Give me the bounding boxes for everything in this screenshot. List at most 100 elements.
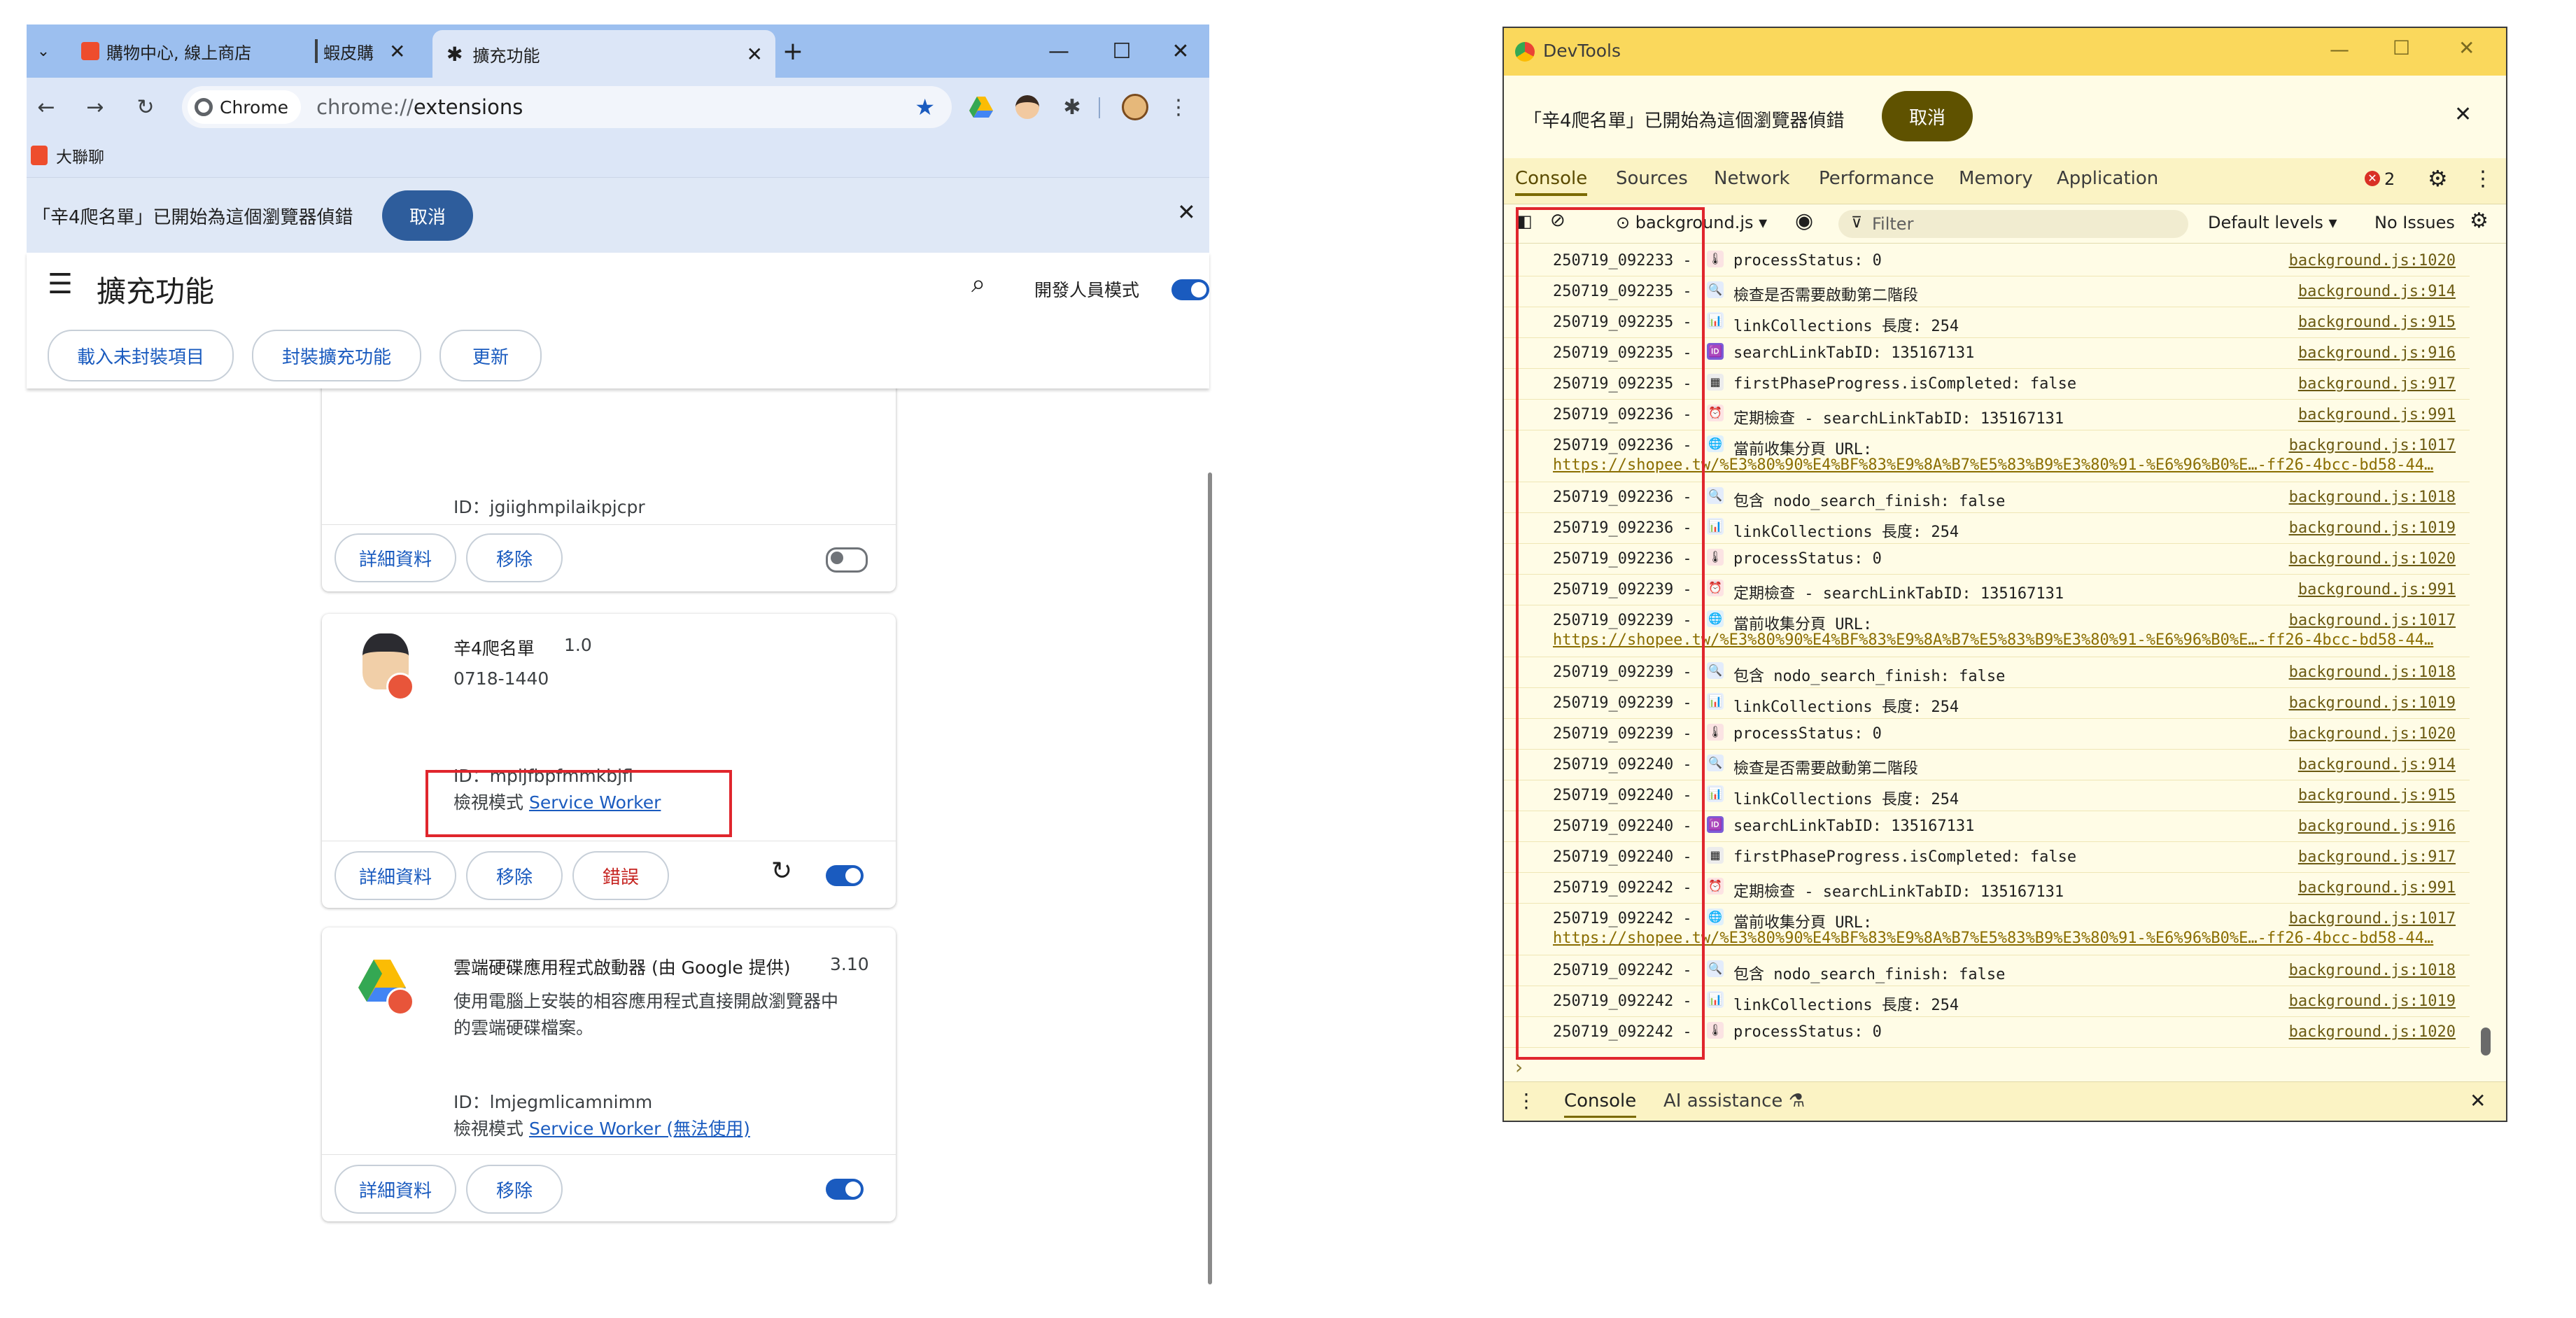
site-chip[interactable]: Chrome (188, 90, 302, 124)
page-scrollbar[interactable] (1208, 472, 1212, 1284)
card-footer: 詳細資料 移除 (322, 1154, 896, 1222)
log-source-link[interactable]: background.js:1019 (2289, 993, 2456, 1010)
log-source-link[interactable]: background.js:1020 (2289, 252, 2456, 269)
tab-label: 購物中心, 線上商店 (106, 43, 252, 63)
new-tab-button[interactable]: + (775, 30, 810, 72)
log-source-link[interactable]: background.js:915 (2298, 314, 2456, 331)
error-count[interactable]: 2 (2384, 169, 2395, 189)
log-source-link[interactable]: background.js:1018 (2289, 962, 2456, 979)
forward-icon[interactable]: → (78, 90, 112, 124)
tab-application[interactable]: Application (2057, 168, 2158, 189)
close-icon[interactable]: ✕ (389, 40, 405, 63)
minimize-icon[interactable]: — (2330, 38, 2349, 61)
details-button[interactable]: 詳細資料 (335, 851, 456, 900)
address-bar[interactable]: Chrome chrome://extensions ★ (182, 86, 952, 128)
close-icon[interactable]: ✕ (1177, 199, 1196, 225)
log-source-link[interactable]: background.js:1018 (2289, 489, 2456, 506)
close-drawer-icon[interactable]: ✕ (2470, 1089, 2486, 1112)
log-source-link[interactable]: background.js:917 (2298, 848, 2456, 866)
log-source-link[interactable]: background.js:991 (2298, 879, 2456, 897)
hamburger-menu-icon[interactable]: ☰ (48, 268, 73, 300)
drive-extension-icon[interactable] (964, 90, 998, 124)
tab-console[interactable]: Console (1515, 168, 1588, 196)
log-source-link[interactable]: background.js:991 (2298, 581, 2456, 598)
infobar-cancel-button[interactable]: 取消 (1882, 91, 1973, 141)
close-icon[interactable]: ✕ (2454, 102, 2472, 127)
search-icon[interactable]: ⌕ (971, 269, 985, 299)
log-emoji-icon: ⏰ (1707, 580, 1724, 596)
log-source-link[interactable]: background.js:915 (2298, 787, 2456, 804)
load-unpacked-button[interactable]: 載入未封裝項目 (48, 330, 234, 381)
log-source-link[interactable]: background.js:1020 (2289, 550, 2456, 568)
extension-enable-toggle[interactable] (826, 1179, 864, 1200)
tab-search-button[interactable]: ⌄ (27, 30, 60, 72)
issues-counter[interactable]: No Issues (2374, 213, 2455, 232)
log-message: firstPhaseProgress.isCompleted: false (1733, 848, 2077, 866)
tab-performance[interactable]: Performance (1819, 168, 1934, 189)
extension-enable-toggle[interactable] (826, 547, 868, 573)
log-source-link[interactable]: background.js:917 (2298, 375, 2456, 393)
minimize-icon[interactable]: — (1027, 24, 1090, 78)
drawer-tab-ai-assistance[interactable]: AI assistance ⚗ (1663, 1091, 1805, 1112)
log-source-link[interactable]: background.js:1019 (2289, 519, 2456, 537)
tab-sources[interactable]: Sources (1616, 168, 1688, 189)
infobar-cancel-button[interactable]: 取消 (382, 190, 473, 241)
log-source-link[interactable]: background.js:1018 (2289, 664, 2456, 681)
console-settings-gear-icon[interactable]: ⚙ (2470, 209, 2489, 233)
console-scrollbar[interactable] (2481, 1028, 2491, 1056)
back-icon[interactable]: ← (29, 90, 63, 124)
drawer-tab-console[interactable]: Console (1564, 1091, 1637, 1118)
tab-shopee[interactable]: 蝦皮購 ✕ (315, 30, 427, 72)
remove-button[interactable]: 移除 (466, 533, 563, 582)
log-message: 定期檢查 - searchLinkTabID: 135167131 (1733, 883, 2064, 901)
close-icon[interactable]: ✕ (747, 43, 763, 66)
log-message: linkCollections 長度: 254 (1733, 699, 1959, 716)
extensions-puzzle-icon[interactable]: ✱ (1055, 90, 1089, 124)
tab-shopee-mall[interactable]: 購物中心, 線上商店 (81, 30, 305, 72)
log-source-link[interactable]: background.js:1017 (2289, 437, 2456, 454)
log-source-link[interactable]: background.js:914 (2298, 756, 2456, 773)
extension-avatar-icon[interactable] (1011, 90, 1044, 124)
log-source-link[interactable]: background.js:1020 (2289, 725, 2456, 743)
bookmark-item[interactable]: 大聯聊 (31, 143, 104, 167)
dev-mode-toggle[interactable] (1171, 279, 1209, 300)
log-source-link[interactable]: background.js:991 (2298, 406, 2456, 423)
menu-kebab-icon[interactable]: ⋮ (1162, 90, 1195, 124)
pack-extension-button[interactable]: 封裝擴充功能 (252, 330, 421, 381)
drawer-menu-kebab-icon[interactable]: ⋮ (1516, 1089, 1536, 1112)
remove-button[interactable]: 移除 (466, 851, 563, 900)
close-window-icon[interactable]: ✕ (2458, 36, 2475, 59)
log-message: searchLinkTabID: 135167131 (1733, 818, 1975, 835)
close-window-icon[interactable]: ✕ (1149, 24, 1212, 78)
log-levels-dropdown[interactable]: Default levels ▾ (2208, 213, 2337, 232)
tab-memory[interactable]: Memory (1959, 168, 2033, 189)
filter-input[interactable]: ⊽ Filter (1838, 210, 2188, 238)
log-source-link[interactable]: background.js:1017 (2289, 612, 2456, 629)
log-source-link[interactable]: background.js:1017 (2289, 910, 2456, 927)
settings-gear-icon[interactable]: ⚙ (2428, 165, 2448, 192)
more-kebab-icon[interactable]: ⋮ (2472, 167, 2493, 191)
details-button[interactable]: 詳細資料 (335, 533, 456, 582)
log-message: 檢查是否需要啟動第二階段 (1733, 287, 1919, 304)
update-button[interactable]: 更新 (439, 330, 542, 381)
log-source-link[interactable]: background.js:916 (2298, 344, 2456, 362)
reload-icon[interactable]: ↻ (771, 857, 792, 885)
details-button[interactable]: 詳細資料 (335, 1165, 456, 1214)
log-source-link[interactable]: background.js:916 (2298, 818, 2456, 835)
log-source-link[interactable]: background.js:1019 (2289, 694, 2456, 712)
tab-network[interactable]: Network (1714, 168, 1790, 189)
log-source-link[interactable]: background.js:1020 (2289, 1023, 2456, 1041)
errors-button[interactable]: 錯誤 (572, 851, 669, 900)
log-source-link[interactable]: background.js:914 (2298, 283, 2456, 300)
maximize-icon[interactable]: ☐ (2393, 36, 2410, 59)
remove-button[interactable]: 移除 (466, 1165, 563, 1214)
star-icon[interactable]: ★ (915, 94, 935, 120)
log-emoji-icon: 🔍 (1707, 755, 1724, 771)
profile-avatar[interactable] (1118, 90, 1152, 124)
maximize-icon[interactable]: ☐ (1090, 24, 1153, 78)
extension-enable-toggle[interactable] (826, 865, 864, 886)
tab-extensions[interactable]: ✱ 擴充功能 ✕ (432, 30, 775, 78)
live-expression-eye-icon[interactable]: ◉ (1795, 209, 1813, 233)
service-worker-inactive-link[interactable]: Service Worker (無法使用) (529, 1119, 750, 1139)
reload-icon[interactable]: ↻ (129, 90, 162, 124)
